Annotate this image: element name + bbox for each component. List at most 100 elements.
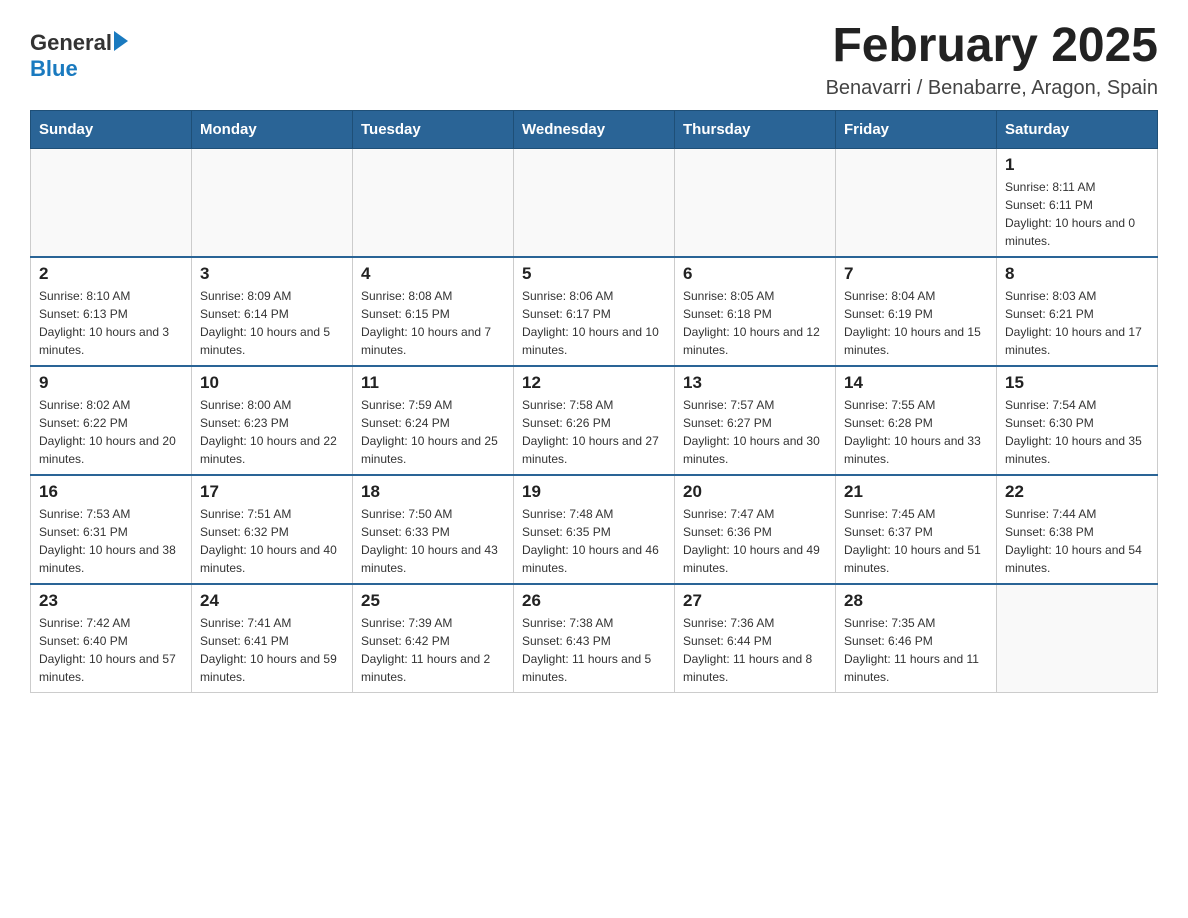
- weekday-header-tuesday: Tuesday: [353, 110, 514, 148]
- calendar-day-cell: 9 Sunrise: 8:02 AM Sunset: 6:22 PM Daylig…: [31, 366, 192, 475]
- calendar-day-cell: [997, 584, 1158, 693]
- calendar-day-cell: [31, 148, 192, 257]
- day-info: Sunrise: 7:58 AM Sunset: 6:26 PM Dayligh…: [522, 396, 666, 468]
- day-info: Sunrise: 8:00 AM Sunset: 6:23 PM Dayligh…: [200, 396, 344, 468]
- day-number: 14: [844, 373, 988, 393]
- calendar-day-cell: 16Sunrise: 7:53 AM Sunset: 6:31 PM Dayli…: [31, 475, 192, 584]
- day-info: Sunrise: 7:48 AM Sunset: 6:35 PM Dayligh…: [522, 505, 666, 577]
- day-info: Sunrise: 8:03 AM Sunset: 6:21 PM Dayligh…: [1005, 287, 1149, 359]
- weekday-header-wednesday: Wednesday: [514, 110, 675, 148]
- calendar-week-row: 2 Sunrise: 8:10 AM Sunset: 6:13 PM Daylig…: [31, 257, 1158, 366]
- day-info: Sunrise: 8:06 AM Sunset: 6:17 PM Dayligh…: [522, 287, 666, 359]
- day-number: 21: [844, 482, 988, 502]
- logo-blue-text: Blue: [30, 56, 78, 81]
- weekday-header-saturday: Saturday: [997, 110, 1158, 148]
- day-info: Sunrise: 7:59 AM Sunset: 6:24 PM Dayligh…: [361, 396, 505, 468]
- header: General Blue February 2025 Benavarri / B…: [30, 20, 1158, 100]
- day-number: 19: [522, 482, 666, 502]
- weekday-header-thursday: Thursday: [675, 110, 836, 148]
- title-area: February 2025 Benavarri / Benabarre, Ara…: [826, 20, 1158, 100]
- day-number: 3: [200, 264, 344, 284]
- day-number: 11: [361, 373, 505, 393]
- day-info: Sunrise: 7:54 AM Sunset: 6:30 PM Dayligh…: [1005, 396, 1149, 468]
- calendar-day-cell: 25 Sunrise: 7:39 AM Sunset: 6:42 PM Dayli…: [353, 584, 514, 693]
- day-number: 2: [39, 264, 183, 284]
- location-title: Benavarri / Benabarre, Aragon, Spain: [826, 77, 1158, 100]
- calendar-day-cell: 13 Sunrise: 7:57 AM Sunset: 6:27 PM Dayli…: [675, 366, 836, 475]
- day-info: Sunrise: 7:38 AM Sunset: 6:43 PM Dayligh…: [522, 614, 666, 686]
- day-number: 27: [683, 591, 827, 611]
- day-number: 5: [522, 264, 666, 284]
- day-number: 8: [1005, 264, 1149, 284]
- calendar-day-cell: 27 Sunrise: 7:36 AM Sunset: 6:44 PM Dayli…: [675, 584, 836, 693]
- weekday-header-row: SundayMondayTuesdayWednesdayThursdayFrid…: [31, 110, 1158, 148]
- day-number: 28: [844, 591, 988, 611]
- calendar-day-cell: 2 Sunrise: 8:10 AM Sunset: 6:13 PM Daylig…: [31, 257, 192, 366]
- day-info: Sunrise: 8:02 AM Sunset: 6:22 PM Dayligh…: [39, 396, 183, 468]
- calendar-day-cell: [353, 148, 514, 257]
- day-number: 22: [1005, 482, 1149, 502]
- calendar-day-cell: 22 Sunrise: 7:44 AM Sunset: 6:38 PM Dayli…: [997, 475, 1158, 584]
- calendar-day-cell: [675, 148, 836, 257]
- day-number: 20: [683, 482, 827, 502]
- month-title: February 2025: [826, 20, 1158, 73]
- day-number: 25: [361, 591, 505, 611]
- day-info: Sunrise: 7:44 AM Sunset: 6:38 PM Dayligh…: [1005, 505, 1149, 577]
- calendar-day-cell: 23 Sunrise: 7:42 AM Sunset: 6:40 PM Dayli…: [31, 584, 192, 693]
- day-info: Sunrise: 7:57 AM Sunset: 6:27 PM Dayligh…: [683, 396, 827, 468]
- day-info: Sunrise: 7:51 AM Sunset: 6:32 PM Dayligh…: [200, 505, 344, 577]
- day-info: Sunrise: 7:41 AM Sunset: 6:41 PM Dayligh…: [200, 614, 344, 686]
- calendar-day-cell: 8 Sunrise: 8:03 AM Sunset: 6:21 PM Daylig…: [997, 257, 1158, 366]
- day-number: 10: [200, 373, 344, 393]
- calendar-day-cell: 6 Sunrise: 8:05 AM Sunset: 6:18 PM Daylig…: [675, 257, 836, 366]
- day-number: 1: [1005, 155, 1149, 175]
- day-number: 24: [200, 591, 344, 611]
- day-number: 26: [522, 591, 666, 611]
- calendar-week-row: 1Sunrise: 8:11 AM Sunset: 6:11 PM Daylig…: [31, 148, 1158, 257]
- calendar-table: SundayMondayTuesdayWednesdayThursdayFrid…: [30, 110, 1158, 693]
- day-number: 4: [361, 264, 505, 284]
- calendar-day-cell: 15 Sunrise: 7:54 AM Sunset: 6:30 PM Dayli…: [997, 366, 1158, 475]
- calendar-day-cell: 11 Sunrise: 7:59 AM Sunset: 6:24 PM Dayli…: [353, 366, 514, 475]
- calendar-day-cell: [836, 148, 997, 257]
- day-info: Sunrise: 8:05 AM Sunset: 6:18 PM Dayligh…: [683, 287, 827, 359]
- day-number: 23: [39, 591, 183, 611]
- day-number: 16: [39, 482, 183, 502]
- calendar-day-cell: 4Sunrise: 8:08 AM Sunset: 6:15 PM Daylig…: [353, 257, 514, 366]
- logo-general-text: General: [30, 30, 112, 56]
- day-number: 17: [200, 482, 344, 502]
- calendar-day-cell: 26 Sunrise: 7:38 AM Sunset: 6:43 PM Dayli…: [514, 584, 675, 693]
- calendar-day-cell: 20 Sunrise: 7:47 AM Sunset: 6:36 PM Dayli…: [675, 475, 836, 584]
- day-info: Sunrise: 7:36 AM Sunset: 6:44 PM Dayligh…: [683, 614, 827, 686]
- day-number: 6: [683, 264, 827, 284]
- day-info: Sunrise: 8:09 AM Sunset: 6:14 PM Dayligh…: [200, 287, 344, 359]
- calendar-week-row: 23 Sunrise: 7:42 AM Sunset: 6:40 PM Dayli…: [31, 584, 1158, 693]
- calendar-day-cell: 14 Sunrise: 7:55 AM Sunset: 6:28 PM Dayli…: [836, 366, 997, 475]
- day-info: Sunrise: 8:04 AM Sunset: 6:19 PM Dayligh…: [844, 287, 988, 359]
- day-info: Sunrise: 8:10 AM Sunset: 6:13 PM Dayligh…: [39, 287, 183, 359]
- day-number: 13: [683, 373, 827, 393]
- day-number: 18: [361, 482, 505, 502]
- weekday-header-sunday: Sunday: [31, 110, 192, 148]
- day-info: Sunrise: 7:47 AM Sunset: 6:36 PM Dayligh…: [683, 505, 827, 577]
- day-number: 12: [522, 373, 666, 393]
- weekday-header-friday: Friday: [836, 110, 997, 148]
- calendar-day-cell: 10 Sunrise: 8:00 AM Sunset: 6:23 PM Dayli…: [192, 366, 353, 475]
- calendar-week-row: 9 Sunrise: 8:02 AM Sunset: 6:22 PM Daylig…: [31, 366, 1158, 475]
- calendar-day-cell: 3 Sunrise: 8:09 AM Sunset: 6:14 PM Daylig…: [192, 257, 353, 366]
- calendar-day-cell: [192, 148, 353, 257]
- day-info: Sunrise: 7:42 AM Sunset: 6:40 PM Dayligh…: [39, 614, 183, 686]
- day-number: 9: [39, 373, 183, 393]
- weekday-header-monday: Monday: [192, 110, 353, 148]
- day-info: Sunrise: 7:39 AM Sunset: 6:42 PM Dayligh…: [361, 614, 505, 686]
- calendar-week-row: 16Sunrise: 7:53 AM Sunset: 6:31 PM Dayli…: [31, 475, 1158, 584]
- day-number: 7: [844, 264, 988, 284]
- calendar-day-cell: 7 Sunrise: 8:04 AM Sunset: 6:19 PM Daylig…: [836, 257, 997, 366]
- calendar-day-cell: 18Sunrise: 7:50 AM Sunset: 6:33 PM Dayli…: [353, 475, 514, 584]
- calendar-day-cell: 24 Sunrise: 7:41 AM Sunset: 6:41 PM Dayli…: [192, 584, 353, 693]
- day-info: Sunrise: 7:45 AM Sunset: 6:37 PM Dayligh…: [844, 505, 988, 577]
- day-info: Sunrise: 7:55 AM Sunset: 6:28 PM Dayligh…: [844, 396, 988, 468]
- day-number: 15: [1005, 373, 1149, 393]
- calendar-day-cell: 28Sunrise: 7:35 AM Sunset: 6:46 PM Dayli…: [836, 584, 997, 693]
- calendar-day-cell: [514, 148, 675, 257]
